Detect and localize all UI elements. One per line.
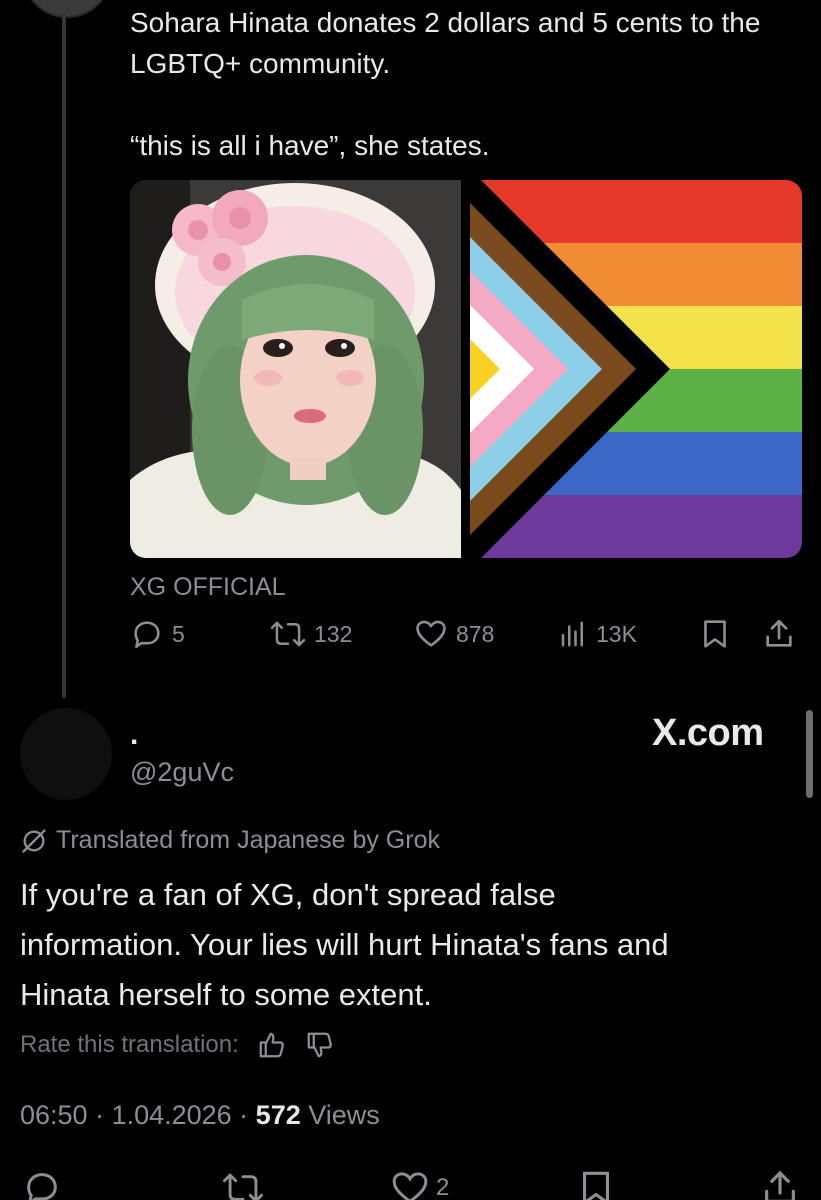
- share-icon: [765, 1170, 795, 1200]
- tweet-media-image[interactable]: [130, 180, 802, 558]
- thread-connector-line: [62, 12, 66, 698]
- reply-icon: [27, 1173, 57, 1200]
- heart-icon: [392, 1172, 428, 1200]
- portrait-photo[interactable]: [130, 180, 461, 558]
- reply-handle[interactable]: @2guVc: [130, 757, 234, 788]
- quoted-author-avatar[interactable]: [22, 0, 112, 18]
- reply-icon: [134, 621, 160, 649]
- bookmark-icon: [582, 1171, 610, 1200]
- rate-translation: Rate this translation:: [20, 1030, 335, 1060]
- share-button[interactable]: [762, 614, 796, 654]
- reply-like-count: 2: [436, 1174, 450, 1200]
- reply-share-button[interactable]: [760, 1168, 800, 1200]
- reply-meta: 06:50 · 1.04.2026 · 572 Views: [20, 1100, 380, 1131]
- share-icon: [766, 619, 792, 647]
- media-divider: [461, 180, 470, 558]
- repost-button[interactable]: 132: [270, 614, 352, 654]
- quoted-tweet-actions: 5 132 878 13K: [130, 614, 802, 654]
- portrait-illustration: [130, 180, 461, 558]
- reply-timestamp[interactable]: 06:50 · 1.04.2026 ·: [20, 1100, 256, 1130]
- thumbs-down-button[interactable]: [305, 1030, 335, 1060]
- reply-author-avatar[interactable]: [20, 708, 112, 800]
- pride-flag-image[interactable]: [470, 180, 802, 558]
- reply-button[interactable]: 5: [130, 614, 185, 654]
- like-count: 878: [456, 620, 495, 647]
- heart-icon: [416, 620, 446, 647]
- repost-icon: [270, 621, 306, 647]
- reply-actions: 2: [0, 1168, 821, 1200]
- grok-icon: [22, 828, 46, 853]
- view-count: 13K: [596, 620, 637, 647]
- thumbs-up-button[interactable]: [257, 1030, 287, 1060]
- analytics-icon: [561, 621, 583, 647]
- reply-repost-button[interactable]: [222, 1168, 264, 1200]
- scrollbar-thumb[interactable]: [806, 710, 813, 798]
- repost-icon: [222, 1173, 264, 1200]
- reply-body-text: If you're a fan of XG, don't spread fals…: [20, 870, 800, 1020]
- reply-views-count: 572: [255, 1100, 301, 1130]
- bookmark-icon: [704, 620, 726, 648]
- reply-display-name[interactable]: .: [130, 718, 138, 752]
- reply-bookmark-button[interactable]: [578, 1168, 614, 1200]
- translated-label: Translated from Japanese by Grok: [56, 826, 440, 854]
- x-com-watermark: X.com: [652, 712, 764, 754]
- repost-count: 132: [314, 620, 353, 647]
- bookmark-button[interactable]: [700, 614, 730, 654]
- reply-reply-button[interactable]: [22, 1168, 62, 1200]
- tweet-thread-page: Sohara Hinata donates 2 dollars and 5 ce…: [0, 0, 821, 1200]
- quoted-tweet-text: Sohara Hinata donates 2 dollars and 5 ce…: [130, 2, 810, 166]
- reply-like-button[interactable]: 2: [390, 1168, 449, 1200]
- like-button[interactable]: 878: [414, 614, 494, 654]
- reply-body-line-3: Hinata herself to some extent.: [20, 977, 432, 1012]
- quoted-tweet-line-2: “this is all i have”, she states.: [130, 130, 490, 161]
- translation-notice[interactable]: Translated from Japanese by Grok: [20, 826, 440, 855]
- thumbs-up-icon: [259, 1032, 284, 1058]
- progress-pride-flag: [470, 180, 802, 558]
- media-source-label: XG OFFICIAL: [130, 573, 286, 601]
- thumbs-down-icon: [307, 1032, 332, 1058]
- reply-count: 5: [172, 620, 185, 647]
- reply-body-line-2: information. Your lies will hurt Hinata'…: [20, 927, 669, 962]
- views-button[interactable]: 13K: [558, 614, 637, 654]
- reply-body-line-1: If you're a fan of XG, don't spread fals…: [20, 877, 556, 912]
- rate-translation-label: Rate this translation:: [20, 1031, 239, 1058]
- reply-views-label: Views: [300, 1100, 380, 1130]
- quoted-tweet-line-1: Sohara Hinata donates 2 dollars and 5 ce…: [130, 7, 761, 79]
